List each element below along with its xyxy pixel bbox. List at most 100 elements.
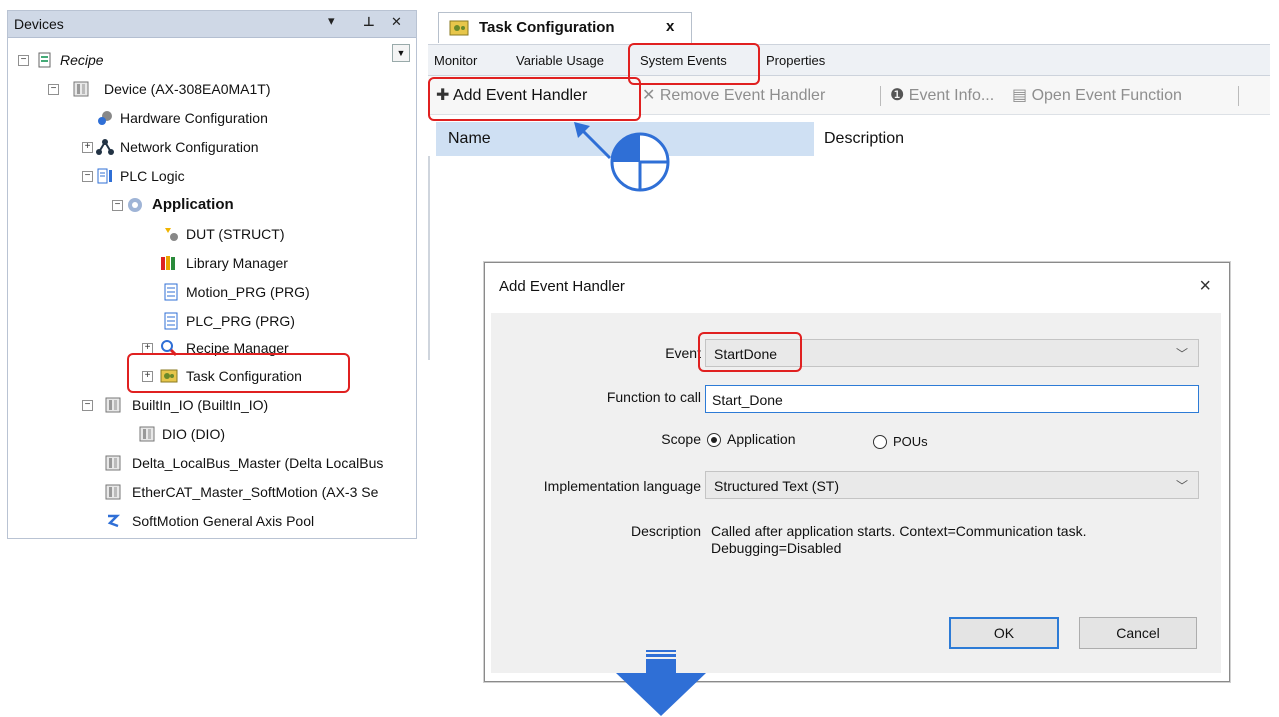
tree-label: DUT (STRUCT): [186, 226, 285, 242]
tab-variable-usage[interactable]: Variable Usage: [516, 53, 604, 68]
collapse-icon[interactable]: −: [18, 55, 29, 66]
column-header-description[interactable]: Description: [824, 122, 1270, 156]
axis-pool-icon: [107, 514, 121, 528]
function-label: Function to call: [606, 389, 701, 405]
expand-icon[interactable]: +: [82, 142, 93, 153]
remove-event-handler-button[interactable]: ✕ Remove Event Handler: [642, 85, 825, 105]
tree-label: Library Manager: [186, 255, 288, 271]
scope-label: Scope: [661, 431, 701, 447]
scope-pous-label[interactable]: POUs: [893, 434, 928, 449]
tree-item-dio[interactable]: DIO (DIO): [8, 423, 388, 445]
dut-icon: [165, 228, 178, 241]
scope-application-label[interactable]: Application: [727, 431, 796, 447]
tree-label: Recipe: [60, 52, 104, 68]
tree-label: Hardware Configuration: [120, 110, 268, 126]
language-value: Structured Text (ST): [714, 478, 840, 494]
tree-label: DIO (DIO): [162, 426, 225, 442]
cancel-button[interactable]: Cancel: [1079, 617, 1197, 649]
document-tab-title: Task Configuration: [479, 19, 615, 36]
chevron-down-icon: ﹀: [1175, 347, 1188, 361]
device-icon: [105, 397, 121, 413]
function-value: Start_Done: [712, 392, 783, 408]
arrow-shaft: [578, 126, 612, 160]
dialog-close-icon[interactable]: ×: [1199, 275, 1211, 298]
tree-label: Delta_LocalBus_Master (Delta LocalBus: [132, 455, 384, 471]
application-icon: [128, 198, 142, 212]
task-configuration-highlight: [127, 353, 350, 393]
tab-properties[interactable]: Properties: [766, 53, 825, 68]
devices-titlebar: Devices ▾ ⊥ ✕: [8, 11, 416, 38]
plc-logic-icon: [97, 168, 112, 184]
network-icon: [96, 139, 114, 155]
pointer-annotation: [574, 122, 670, 192]
tree-item-delta-localbus[interactable]: Delta_LocalBus_Master (Delta LocalBus: [8, 452, 416, 474]
event-label: Event: [665, 345, 701, 361]
document-icon: ▤: [1012, 87, 1028, 104]
tree-label: PLC_PRG (PRG): [186, 313, 295, 329]
tab-strip: Monitor Variable Usage System Events Pro…: [428, 44, 1270, 76]
tree-item-builtin-io[interactable]: − BuiltIn_IO (BuiltIn_IO): [8, 394, 388, 416]
tree-item-library-manager[interactable]: Library Manager: [8, 252, 388, 274]
add-event-handler-dialog: Add Event Handler × Event StartDone ﹀ Fu…: [484, 262, 1230, 682]
tab-monitor[interactable]: Monitor: [434, 53, 477, 68]
toolbar-separator: [1238, 86, 1239, 106]
program-icon: [164, 283, 178, 301]
tree-item-application[interactable]: − Application: [8, 194, 388, 216]
collapse-icon[interactable]: −: [82, 400, 93, 411]
scope-application-radio[interactable]: [707, 433, 721, 447]
close-tab-icon[interactable]: x: [666, 18, 674, 35]
panel-left-border: [428, 156, 430, 360]
tree-label: Device (AX-308EA0MA1T): [104, 81, 271, 97]
tree-item-softmotion-pool[interactable]: SoftMotion General Axis Pool: [8, 510, 416, 532]
tree-label: Application: [152, 196, 234, 213]
tree-item-plc-prg[interactable]: PLC_PRG (PRG): [8, 310, 388, 332]
collapse-icon[interactable]: −: [112, 200, 123, 211]
device-icon: [73, 81, 89, 97]
device-icon: [139, 426, 155, 442]
language-label: Implementation language: [543, 478, 701, 494]
tree-item-motion-prg[interactable]: Motion_PRG (PRG): [8, 281, 388, 303]
tree-item-network-configuration[interactable]: + Network Configuration: [8, 136, 388, 158]
open-event-function-button[interactable]: ▤ Open Event Function: [1012, 85, 1182, 105]
tree-label: BuiltIn_IO (BuiltIn_IO): [132, 397, 269, 413]
collapse-icon[interactable]: −: [48, 84, 59, 95]
click-indicator-fill: [612, 134, 640, 162]
tree-item-hardware-configuration[interactable]: Hardware Configuration: [8, 107, 388, 129]
tree-item-dut[interactable]: DUT (STRUCT): [8, 223, 388, 245]
description-label: Description: [630, 523, 701, 539]
event-info-button[interactable]: ❶ Event Info...: [890, 85, 994, 105]
tree-label: PLC Logic: [120, 168, 185, 184]
program-icon: [164, 312, 178, 330]
tree-label: Network Configuration: [120, 139, 259, 155]
tree-item-device[interactable]: − Device (AX-308EA0MA1T): [8, 78, 388, 100]
task-configuration-icon: [449, 20, 469, 36]
collapse-icon[interactable]: −: [82, 171, 93, 182]
library-icon: [161, 256, 175, 270]
ok-button[interactable]: OK: [949, 617, 1059, 649]
document-tab[interactable]: Task Configuration x: [438, 12, 692, 43]
add-event-handler-highlight: [428, 77, 641, 121]
close-icon[interactable]: ✕: [391, 14, 402, 30]
scope-pous-radio[interactable]: [873, 435, 887, 449]
tree-item-plc-logic[interactable]: − PLC Logic: [8, 165, 388, 187]
tree-label: SoftMotion General Axis Pool: [132, 513, 315, 529]
device-icon: [105, 455, 121, 471]
toolbar-separator: [880, 86, 881, 106]
tree-label: Motion_PRG (PRG): [186, 284, 310, 300]
system-events-highlight: [628, 43, 760, 85]
dropdown-arrow-icon[interactable]: ▾: [328, 13, 335, 29]
info-icon: ❶: [890, 87, 905, 104]
tree-dropdown-button[interactable]: ▼: [392, 44, 410, 62]
open-event-function-label: Open Event Function: [1031, 87, 1182, 104]
description-line-2: Debugging=Disabled: [711, 540, 842, 556]
pin-icon[interactable]: ⊥: [363, 14, 375, 30]
event-value-highlight: [698, 332, 802, 372]
device-icon: [105, 484, 121, 500]
gears-icon: [98, 111, 112, 125]
language-select[interactable]: Structured Text (ST) ﹀: [705, 471, 1199, 499]
tree-item-recipe[interactable]: − Recipe: [8, 49, 388, 71]
description-line-1: Called after application starts. Context…: [711, 523, 1087, 539]
function-input[interactable]: Start_Done: [705, 385, 1199, 413]
tree-item-ethercat-master[interactable]: EtherCAT_Master_SoftMotion (AX-3 Se: [8, 481, 416, 503]
dialog-body: Event StartDone ﹀ Function to call Start…: [491, 313, 1221, 673]
